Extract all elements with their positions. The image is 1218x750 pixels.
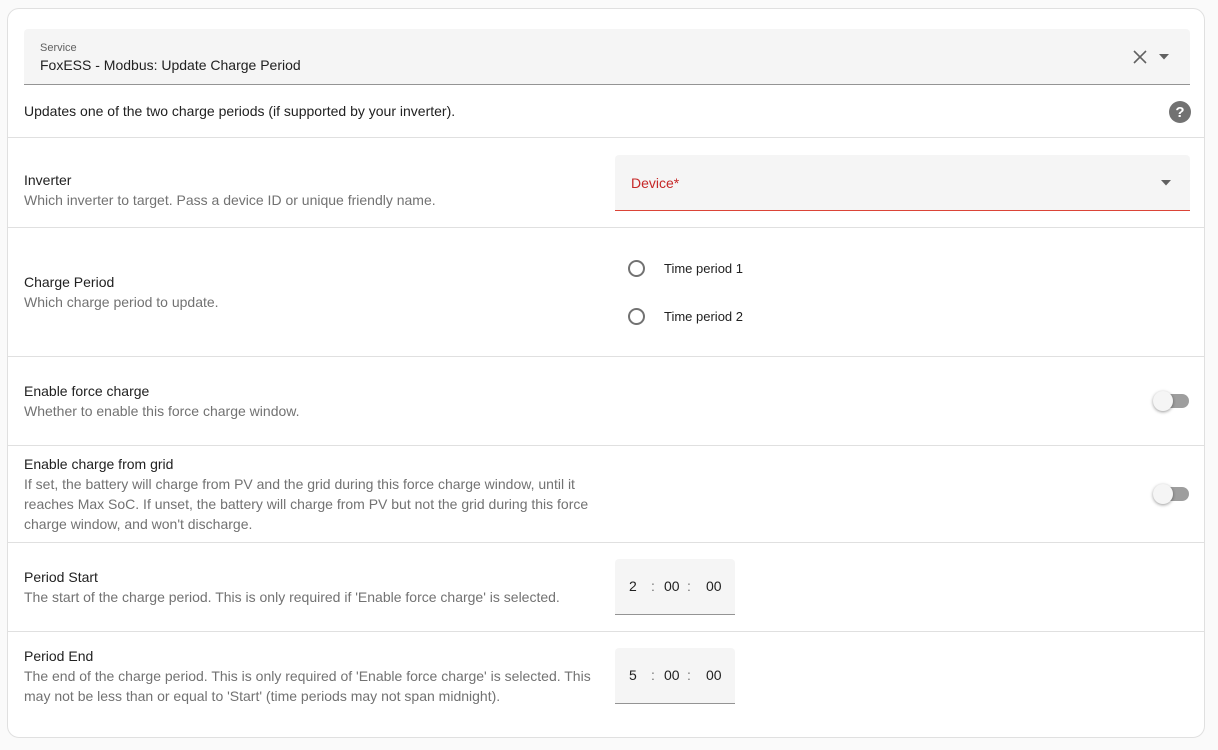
device-select[interactable]: Device* <box>615 155 1190 211</box>
radio-unchecked-icon[interactable] <box>628 307 645 325</box>
charge-from-grid-description: If set, the battery will charge from PV … <box>24 476 589 532</box>
hours-input[interactable]: 5 <box>629 667 637 683</box>
chevron-down-icon[interactable] <box>1156 173 1176 193</box>
toggle-thumb[interactable] <box>1153 391 1173 411</box>
period-end-description: The end of the charge period. This is on… <box>24 668 591 704</box>
service-field-value: FoxESS - Modbus: Update Charge Period <box>40 57 301 73</box>
charge-from-grid-title: Enable charge from grid <box>24 456 174 472</box>
seconds-input[interactable]: 00 <box>706 667 722 683</box>
force-charge-description: Whether to enable this force charge wind… <box>24 403 300 419</box>
force-charge-toggle[interactable] <box>1153 391 1191 411</box>
charge-period-title: Charge Period <box>24 274 115 290</box>
radio-unchecked-icon[interactable] <box>628 259 645 277</box>
charge-from-grid-toggle[interactable] <box>1153 484 1191 504</box>
charge-from-grid-row: Enable charge from grid If set, the batt… <box>8 445 1204 542</box>
period-end-title: Period End <box>24 648 94 664</box>
chevron-down-icon[interactable] <box>1154 47 1174 67</box>
radio-time-period-1[interactable]: Time period 1 <box>628 256 743 280</box>
minutes-input[interactable]: 00 <box>664 578 680 594</box>
period-end-time-input[interactable]: 5 : 00 : 00 <box>615 648 735 704</box>
charge-period-description: Which charge period to update. <box>24 294 219 310</box>
inverter-title: Inverter <box>24 172 72 188</box>
minutes-input[interactable]: 00 <box>664 667 680 683</box>
force-charge-title: Enable force charge <box>24 383 150 399</box>
radio-label: Time period 2 <box>664 308 743 324</box>
service-description: Updates one of the two charge periods (i… <box>24 103 456 119</box>
service-field-label: Service <box>40 42 77 54</box>
device-field-label: Device* <box>631 175 680 191</box>
charge-period-row: Charge Period Which charge period to upd… <box>8 227 1204 356</box>
period-start-title: Period Start <box>24 569 98 585</box>
help-icon[interactable]: ? <box>1169 101 1191 123</box>
time-separator: : <box>687 578 691 594</box>
force-charge-row: Enable force charge Whether to enable th… <box>8 356 1204 445</box>
seconds-input[interactable]: 00 <box>706 578 722 594</box>
toggle-thumb[interactable] <box>1153 484 1173 504</box>
inverter-row: Inverter Which inverter to target. Pass … <box>8 137 1204 227</box>
period-end-row: Period End The end of the charge period.… <box>8 631 1204 737</box>
inverter-description: Which inverter to target. Pass a device … <box>24 192 436 208</box>
period-start-time-input[interactable]: 2 : 00 : 00 <box>615 559 735 615</box>
period-start-description: The start of the charge period. This is … <box>24 589 560 605</box>
clear-icon[interactable] <box>1130 47 1150 67</box>
time-separator: : <box>651 667 655 683</box>
time-separator: : <box>651 578 655 594</box>
service-card: Service FoxESS - Modbus: Update Charge P… <box>7 8 1205 738</box>
radio-label: Time period 1 <box>664 260 743 276</box>
radio-time-period-2[interactable]: Time period 2 <box>628 304 743 328</box>
hours-input[interactable]: 2 <box>629 578 637 594</box>
service-select[interactable]: Service FoxESS - Modbus: Update Charge P… <box>24 29 1190 85</box>
period-start-row: Period Start The start of the charge per… <box>8 542 1204 631</box>
time-separator: : <box>687 667 691 683</box>
